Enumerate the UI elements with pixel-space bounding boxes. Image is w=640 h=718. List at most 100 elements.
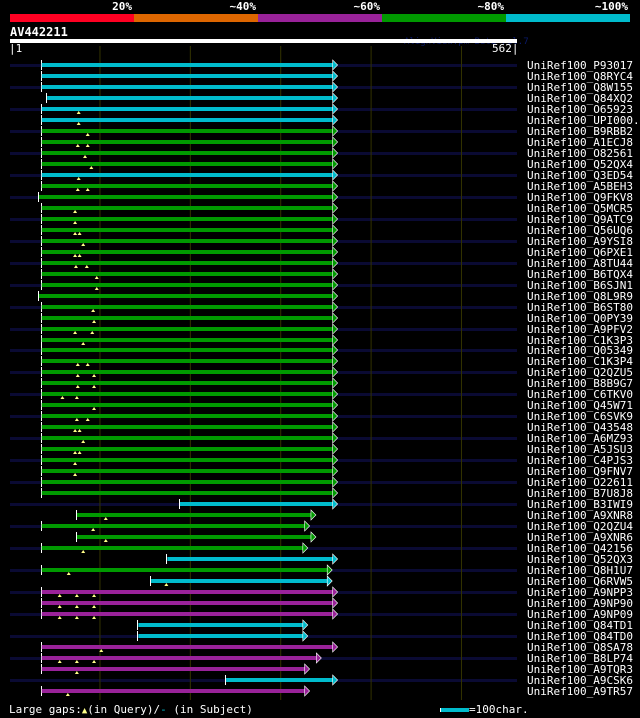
query-gap-marker (57, 616, 62, 619)
hit-bar (41, 118, 333, 122)
query-gap-marker (74, 616, 79, 619)
query-gap-marker (103, 539, 108, 542)
query-gap-marker (92, 660, 97, 663)
query-gap-marker (91, 309, 96, 312)
hit-start-tick (150, 576, 151, 586)
hit-end-arrow (332, 553, 339, 565)
hit-end-arrow (332, 180, 339, 192)
query-gap-marker (77, 232, 82, 235)
hit-end-arrow (332, 301, 339, 313)
query-gap-marker (85, 133, 90, 136)
hit-bar (41, 140, 333, 144)
query-gap-marker (74, 660, 79, 663)
hit-end-arrow (332, 114, 339, 126)
hit-end-arrow (332, 586, 339, 598)
query-gap-marker (164, 583, 169, 586)
hit-bar (41, 162, 333, 166)
query-gap-marker (65, 693, 70, 696)
hit-bar (41, 206, 333, 210)
hit-end-arrow (332, 344, 339, 356)
hit-end-arrow (332, 674, 339, 686)
hit-start-tick (46, 93, 47, 103)
hit-end-arrow (332, 366, 339, 378)
hit-bar (41, 469, 333, 473)
query-gap-marker (73, 265, 78, 268)
hit-end-arrow (332, 147, 339, 159)
hit-end-arrow (332, 410, 339, 422)
query-gap-marker (90, 331, 95, 334)
query-gap-marker (74, 594, 79, 597)
scale-bar-icon (440, 708, 469, 712)
hit-bar (151, 579, 328, 583)
hit-bar (138, 623, 303, 627)
hit-start-tick (38, 192, 39, 202)
query-gap-marker (73, 429, 78, 432)
hit-start-tick (137, 620, 138, 630)
query-gap-marker (74, 396, 79, 399)
hit-bar (41, 458, 333, 462)
hit-bar (41, 283, 333, 287)
hit-end-arrow (332, 213, 339, 225)
hit-bar (41, 524, 305, 528)
hit-bar (41, 480, 333, 484)
hit-end-arrow (332, 388, 339, 400)
subject-gap-label: (in Subject) (166, 703, 253, 716)
hit-end-arrow (326, 564, 333, 576)
query-gap-marker (92, 616, 97, 619)
query-gap-marker (74, 605, 79, 608)
hit-bar (41, 370, 333, 374)
hit-bar (167, 557, 333, 561)
hit-end-arrow (332, 246, 339, 258)
hit-end-arrow (332, 158, 339, 170)
query-gap-marker (73, 451, 78, 454)
hit-start-tick (179, 499, 180, 509)
hit-end-arrow (332, 641, 339, 653)
hit-end-arrow (332, 235, 339, 247)
query-gap-marker (85, 418, 90, 421)
hit-end-arrow (332, 70, 339, 82)
hit-bar (76, 513, 311, 517)
scale-label: =100char. (469, 703, 529, 716)
hit-end-arrow (326, 575, 333, 587)
gap-legend-prefix: Large gaps: (9, 703, 82, 716)
hit-bar (41, 689, 305, 693)
query-gap-marker (85, 363, 90, 366)
query-gap-marker (73, 331, 78, 334)
gap-legend: Large gaps:▲(in Query)/- (in Subject) (9, 703, 253, 716)
query-gap-marker (57, 660, 62, 663)
query-gap-marker (57, 605, 62, 608)
query-gap-label: (in Query)/ (87, 703, 161, 716)
hit-end-arrow (332, 103, 339, 115)
hit-end-arrow (332, 92, 339, 104)
hit-bar (41, 436, 333, 440)
hit-bar (41, 612, 333, 616)
query-gap-marker (92, 385, 97, 388)
query-gap-marker (77, 429, 82, 432)
hit-end-arrow (332, 377, 339, 389)
hit-bar (41, 656, 317, 660)
query-gap-marker (81, 550, 86, 553)
hit-end-arrow (304, 685, 311, 697)
query-gap-marker (92, 594, 97, 597)
hit-end-arrow (332, 268, 339, 280)
query-gap-marker (81, 440, 86, 443)
hit-end-arrow (332, 476, 339, 488)
hit-start-tick (38, 291, 39, 301)
hit-bar (41, 338, 333, 342)
hit-end-arrow (332, 399, 339, 411)
query-gap-marker (73, 254, 78, 257)
hit-end-arrow (310, 509, 317, 521)
scale-legend: =100char. (440, 703, 529, 716)
query-gap-marker (85, 144, 90, 147)
query-gap-marker (74, 671, 79, 674)
hit-bar (41, 74, 333, 78)
hit-end-arrow (332, 432, 339, 444)
query-gap-marker (92, 374, 97, 377)
hit-end-arrow (332, 202, 339, 214)
hit-end-arrow (304, 663, 311, 675)
hit-label[interactable]: UniRef100_A9TR57 (527, 685, 633, 698)
hit-end-arrow (332, 257, 339, 269)
hit-end-arrow (332, 279, 339, 291)
subject-gap-icon: - (160, 703, 167, 716)
hit-bar (41, 414, 333, 418)
